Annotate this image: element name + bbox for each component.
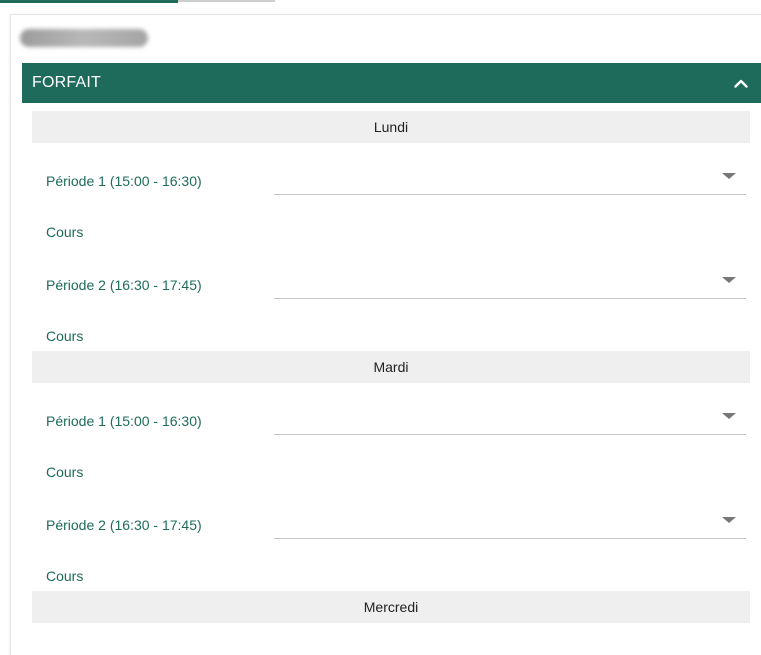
chevron-up-icon[interactable] <box>730 72 752 94</box>
day-name: Mardi <box>373 359 409 375</box>
cours-row: Cours <box>32 555 750 591</box>
period-label: Période 1 (15:00 - 16:30) <box>46 173 202 189</box>
active-tab-indicator <box>0 0 178 3</box>
day-header-lundi: Lundi <box>32 111 750 143</box>
cours-row: Cours <box>32 211 750 247</box>
period-row: Période 2 (16:30 - 17:45) <box>32 487 750 555</box>
period-select[interactable] <box>274 159 746 195</box>
period-label: Période 2 (16:30 - 17:45) <box>46 517 202 533</box>
day-header-mercredi: Mercredi <box>32 591 750 623</box>
period-row: Période 1 (15:00 - 16:30) <box>32 143 750 211</box>
tab-divider <box>178 0 275 2</box>
cours-label: Cours <box>46 328 84 344</box>
forfait-section-header[interactable]: FORFAIT <box>22 63 761 103</box>
cours-label: Cours <box>46 464 84 480</box>
section-title: FORFAIT <box>32 74 101 91</box>
caret-down-icon <box>722 413 736 419</box>
top-strip <box>0 0 761 12</box>
cours-label: Cours <box>46 568 84 584</box>
period-select[interactable] <box>274 503 746 539</box>
cours-row: Cours <box>32 451 750 487</box>
period-row: Période 1 (15:00 - 16:30) <box>32 383 750 451</box>
period-select[interactable] <box>274 263 746 299</box>
period-select[interactable] <box>274 399 746 435</box>
caret-down-icon <box>722 173 736 179</box>
form-card: FORFAIT Lundi Période 1 (15:00 - 16:30) … <box>10 14 761 655</box>
period-row: Période 2 (16:30 - 17:45) <box>32 247 750 315</box>
period-label: Période 2 (16:30 - 17:45) <box>46 277 202 293</box>
redacted-name <box>20 29 148 47</box>
day-header-mardi: Mardi <box>32 351 750 383</box>
caret-down-icon <box>722 277 736 283</box>
day-name: Lundi <box>373 119 409 135</box>
days-list: Lundi Période 1 (15:00 - 16:30) Cours Pé… <box>32 111 750 623</box>
period-label: Période 1 (15:00 - 16:30) <box>46 413 202 429</box>
caret-down-icon <box>722 517 736 523</box>
cours-row: Cours <box>32 315 750 351</box>
cours-label: Cours <box>46 224 84 240</box>
day-name: Mercredi <box>363 599 419 615</box>
